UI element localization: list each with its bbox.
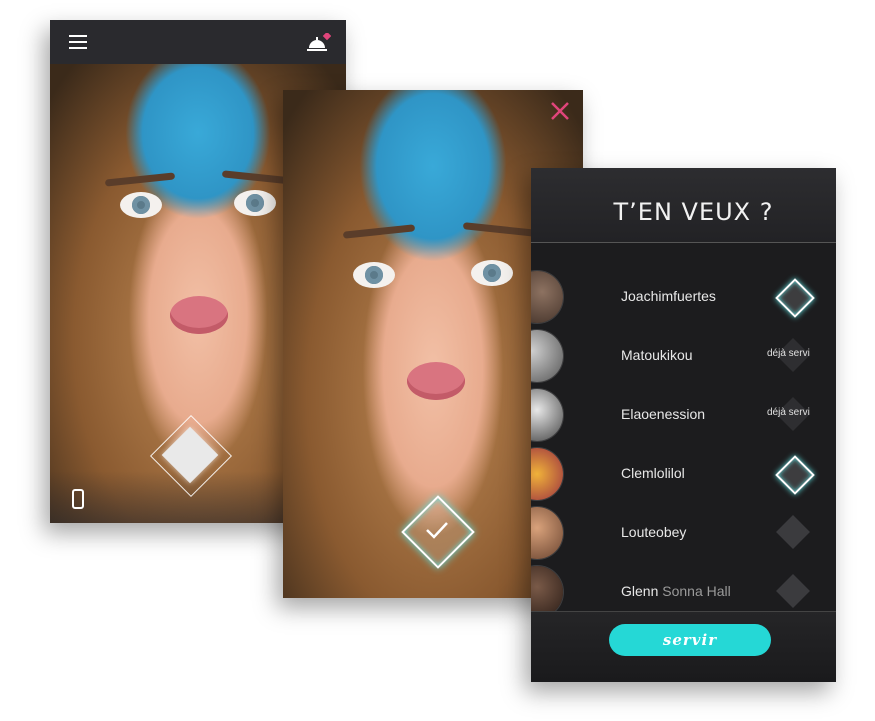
close-icon[interactable]	[549, 100, 571, 122]
serve-button[interactable]: servir	[609, 624, 771, 656]
list-item[interactable]: Clemlolilol	[531, 444, 836, 503]
avatar	[531, 448, 563, 500]
list-item[interactable]: Louteobey	[531, 503, 836, 562]
hamburger-icon[interactable]	[69, 35, 87, 49]
select-toggle[interactable]	[775, 455, 815, 495]
phone-icon[interactable]	[72, 489, 84, 509]
send-to-friends-screen: T’EN VEUX ? Joachimfuertes Matoukikou dé…	[531, 168, 836, 682]
username-first: Glenn	[621, 583, 659, 599]
username: Glenn Sonna Hall	[621, 583, 731, 599]
header: T’EN VEUX ?	[531, 168, 836, 243]
service-bell-icon[interactable]	[305, 33, 331, 53]
username: Matoukikou	[621, 347, 693, 363]
username: Elaoenession	[621, 406, 706, 422]
select-toggle[interactable]	[776, 574, 810, 608]
select-toggle[interactable]	[776, 515, 810, 549]
avatar	[531, 271, 563, 323]
avatar	[531, 389, 563, 441]
username: Clemlolilol	[621, 465, 685, 481]
avatar	[531, 330, 563, 382]
top-bar	[50, 20, 346, 64]
list-item[interactable]: Matoukikou déjà servi	[531, 326, 836, 385]
username-rest: Sonna Hall	[658, 583, 731, 599]
avatar	[531, 507, 563, 559]
served-label: déjà servi	[767, 407, 810, 418]
username: Joachimfuertes	[621, 288, 716, 304]
username: Louteobey	[621, 524, 687, 540]
select-toggle[interactable]	[775, 278, 815, 318]
page-title: T’EN VEUX ?	[613, 198, 774, 226]
list-item[interactable]: Joachimfuertes	[531, 267, 836, 326]
list-item[interactable]: Elaoenession déjà servi	[531, 385, 836, 444]
checkmark-icon	[426, 522, 448, 539]
served-label: déjà servi	[767, 348, 810, 359]
